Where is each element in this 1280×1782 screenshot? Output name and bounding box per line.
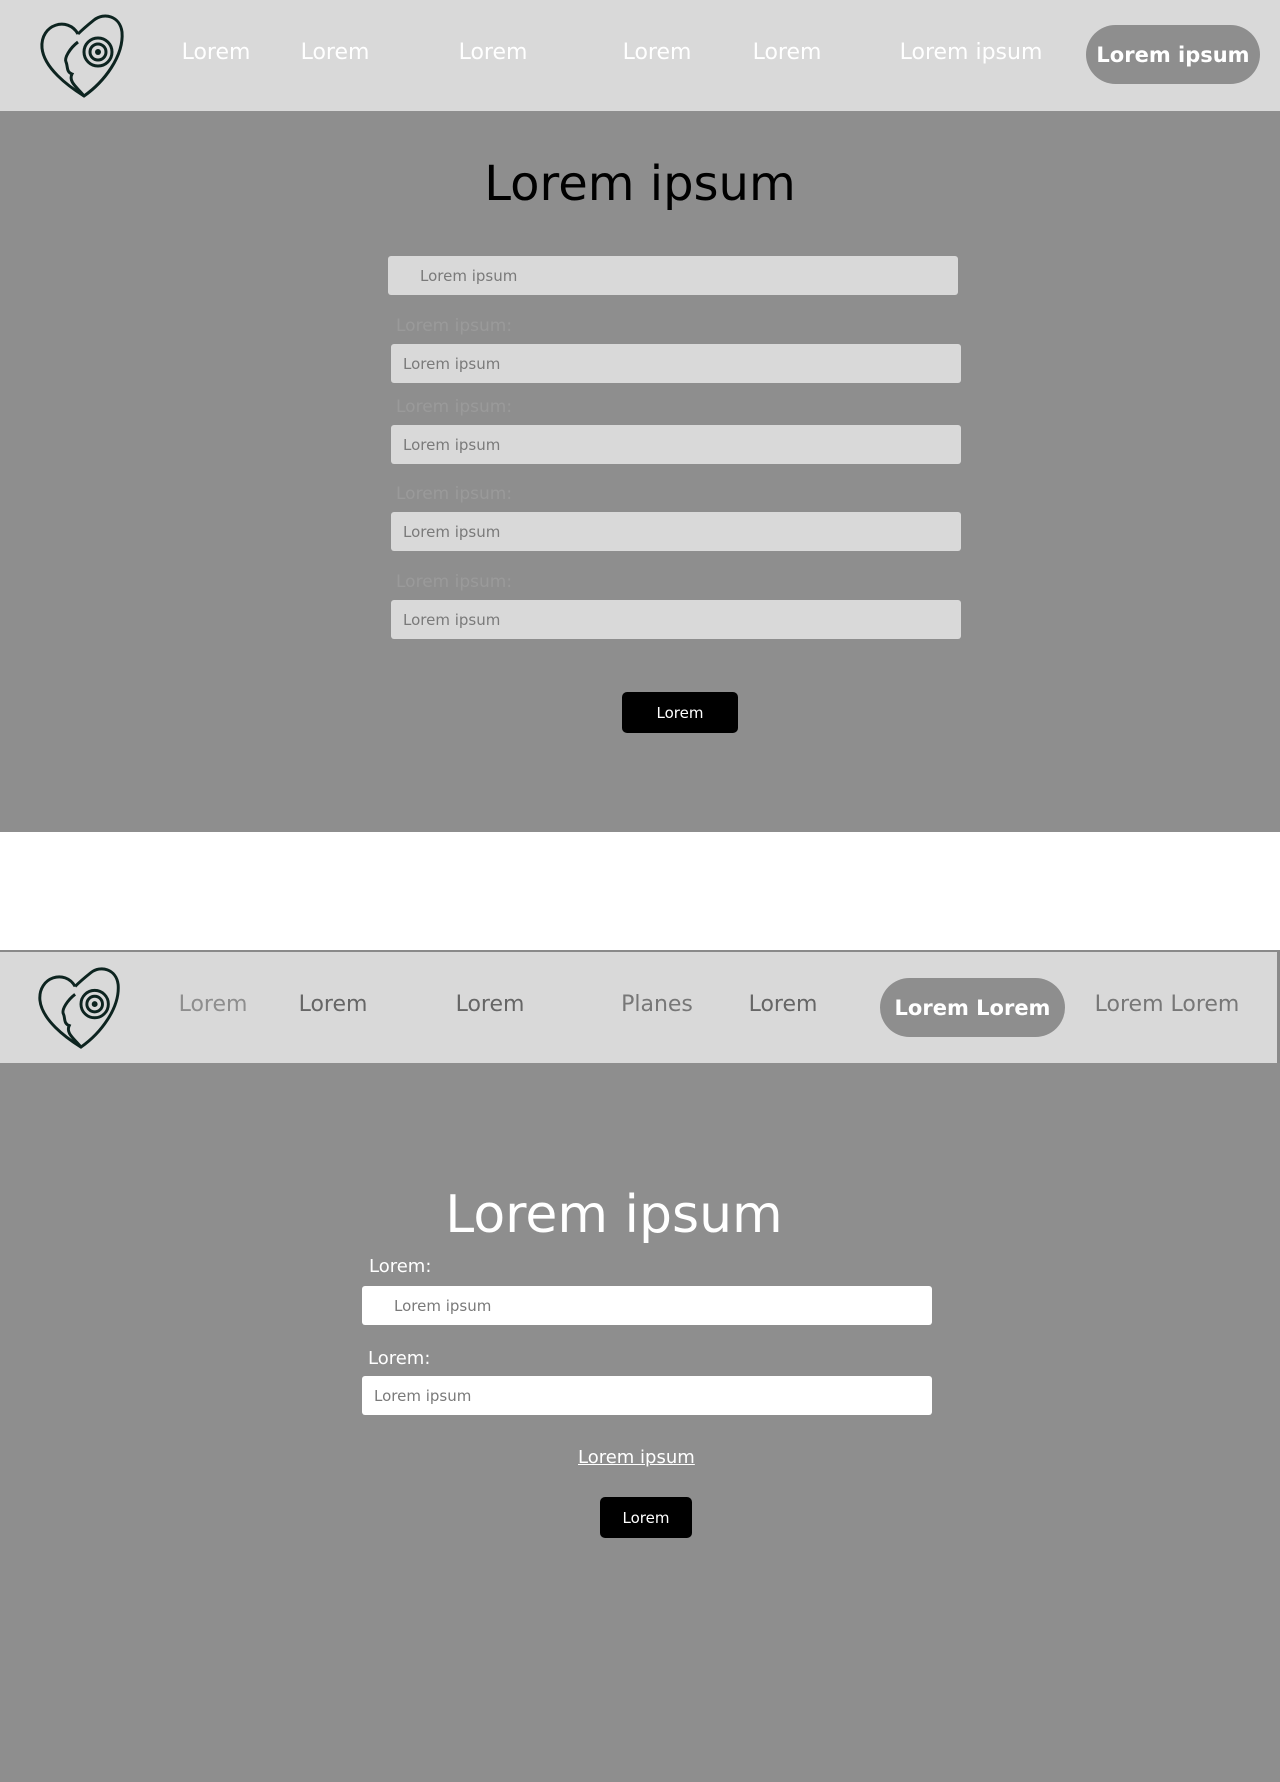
nav-item-3[interactable]: Lorem <box>459 40 528 65</box>
field-label: Lorem: <box>369 1256 432 1277</box>
nav-item-2[interactable]: Lorem <box>301 40 370 65</box>
nav-item-3[interactable]: Lorem <box>456 992 525 1017</box>
top-nav-2: Lorem Lorem Lorem Planes Lorem Lorem Lor… <box>0 950 1280 1063</box>
field-input[interactable] <box>362 1376 932 1415</box>
nav-item-4[interactable]: Lorem <box>623 40 692 65</box>
top-nav: Lorem Lorem Lorem Lorem Lorem Lorem ipsu… <box>0 0 1280 111</box>
field-label: Lorem ipsum: <box>396 484 513 504</box>
nav-active-pill[interactable]: Lorem ipsum <box>1086 25 1260 84</box>
field-label: Lorem: <box>368 1348 431 1369</box>
nav-item-1[interactable]: Lorem <box>179 992 248 1017</box>
field-label: Lorem ipsum: <box>396 316 513 336</box>
form-section-1: Lorem ipsum Lorem ipsum: Lorem ipsum: Lo… <box>0 111 1280 832</box>
page-title: Lorem ipsum <box>484 156 796 212</box>
nav-item-4[interactable]: Planes <box>621 992 693 1017</box>
nav-item-2[interactable]: Lorem <box>299 992 368 1017</box>
field-input[interactable] <box>391 600 961 639</box>
field-label: Lorem ipsum: <box>396 572 513 592</box>
nav-active-pill[interactable]: Lorem Lorem <box>880 978 1065 1037</box>
page-title: Lorem ipsum <box>445 1185 783 1245</box>
submit-button[interactable]: Lorem <box>600 1497 692 1538</box>
form-section-2: Lorem ipsum Lorem: Lorem: Lorem ipsum Lo… <box>0 1063 1280 1782</box>
logo-icon[interactable] <box>38 12 128 98</box>
field-input[interactable] <box>391 344 961 383</box>
field-input[interactable] <box>391 512 961 551</box>
nav-item-1[interactable]: Lorem <box>182 40 251 65</box>
nav-item-5[interactable]: Lorem <box>749 992 818 1017</box>
forgot-link[interactable]: Lorem ipsum <box>578 1447 695 1468</box>
submit-button[interactable]: Lorem <box>622 692 738 733</box>
first-input[interactable] <box>388 256 958 295</box>
nav-item-7[interactable]: Lorem Lorem <box>1095 992 1240 1017</box>
logo-icon[interactable] <box>36 964 124 1050</box>
nav-item-6[interactable]: Lorem ipsum <box>900 40 1043 65</box>
nav-item-5[interactable]: Lorem <box>753 40 822 65</box>
field-input[interactable] <box>362 1286 932 1325</box>
field-label: Lorem ipsum: <box>396 397 513 417</box>
field-input[interactable] <box>391 425 961 464</box>
